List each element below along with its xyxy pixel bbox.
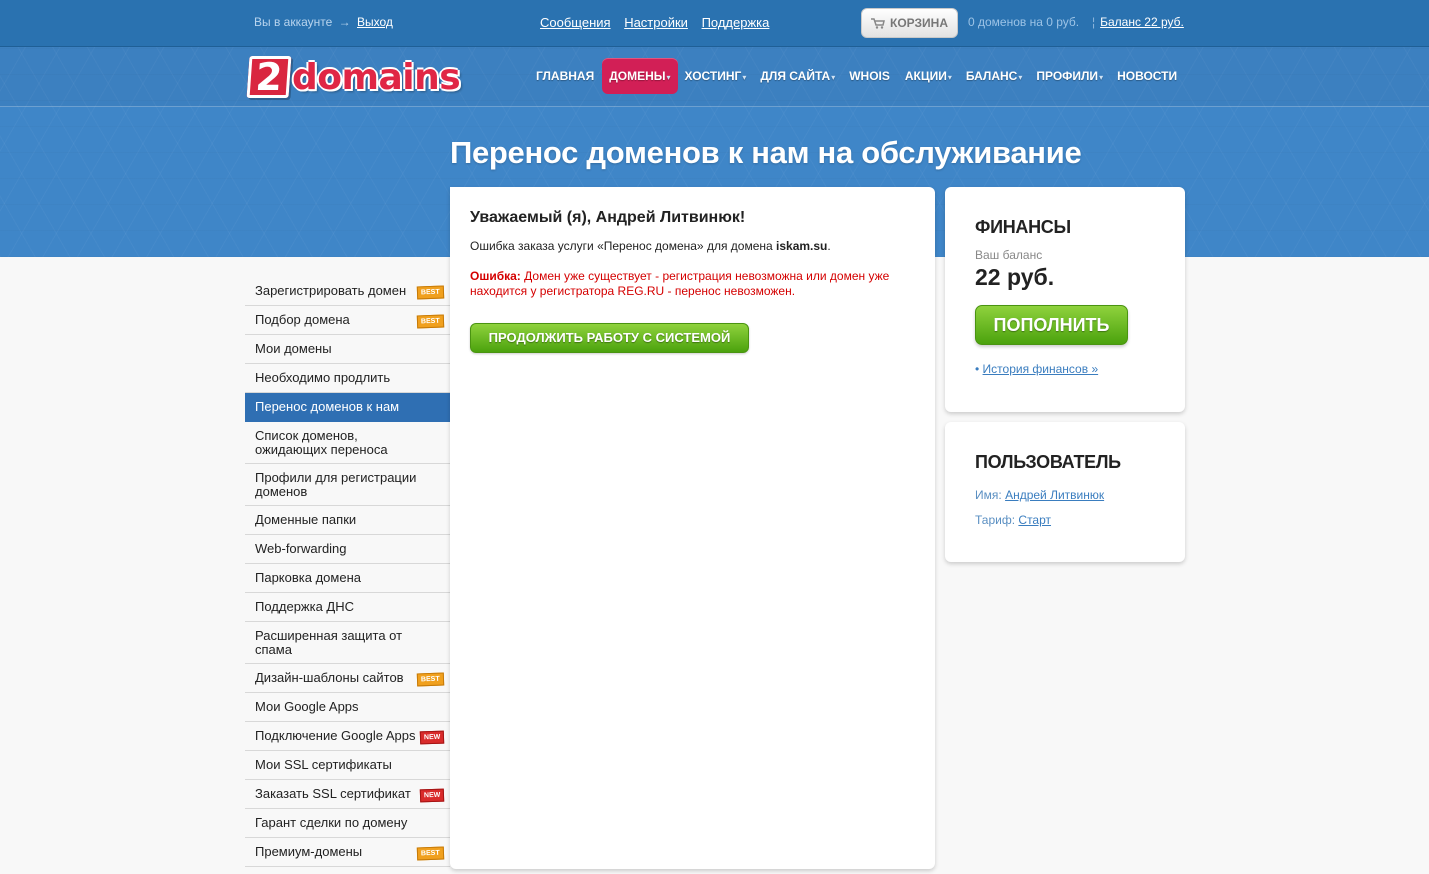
logo-word: domains [292, 56, 461, 98]
sidebar-item-register-domain[interactable]: Зарегистрировать домен BEST [245, 277, 450, 306]
sidebar-item-reg-profiles[interactable]: Профили для регистрации доменов [245, 464, 450, 506]
user-title: ПОЛЬЗОВАТЕЛЬ [975, 452, 1121, 472]
nav-item-whois[interactable]: WHOIS [842, 58, 898, 94]
user-name-row: Имя: Андрей Литвинюк [975, 488, 1105, 502]
main-content-card: Уважаемый (я), Андрей Литвинюк! Ошибка з… [450, 187, 935, 869]
sidebar-item-connect-google-apps[interactable]: Подключение Google Apps NEW [245, 722, 450, 751]
sidebar-item-escrow[interactable]: Гарант сделки по домену [245, 809, 450, 838]
nav-item-profiles[interactable]: ПРОФИЛИ▾ [1029, 58, 1110, 94]
arrow-icon: → [338, 15, 351, 29]
page-title: Перенос доменов к нам на обслуживание [450, 135, 1082, 170]
sidebar-item-parking[interactable]: Парковка домена [245, 564, 450, 593]
divider: ¦ [1092, 15, 1096, 29]
top-bar: Вы в аккаунте → Выход Сообщения Настройк… [0, 0, 1429, 47]
finance-history: • История финансов » [975, 362, 1098, 376]
nav-item-hosting[interactable]: ХОСТИНГ▾ [678, 58, 754, 94]
cart-button[interactable]: КОРЗИНА [861, 8, 958, 38]
error-label: Ошибка: [470, 269, 521, 283]
sidebar-item-domain-folders[interactable]: Доменные папки [245, 506, 450, 535]
balance-value: 22 руб. [975, 264, 1055, 290]
finance-title: ФИНАНСЫ [975, 217, 1071, 237]
chevron-down-icon: ▾ [831, 73, 836, 82]
continue-button[interactable]: ПРОДОЛЖИТЬ РАБОТУ С СИСТЕМОЙ [470, 323, 749, 353]
cart-icon [871, 17, 885, 29]
sidebar-item-transfer[interactable]: Перенос доменов к нам [245, 393, 467, 422]
logo-digit: 2 [246, 55, 292, 99]
nav-item-balance[interactable]: БАЛАНС▾ [959, 58, 1029, 94]
sidebar: Зарегистрировать домен BEST Подбор домена… [245, 277, 467, 867]
sidebar-item-web-forwarding[interactable]: Web-forwarding [245, 535, 450, 564]
chevron-down-icon: ▾ [742, 73, 747, 82]
topup-button[interactable]: ПОПОЛНИТЬ [975, 305, 1128, 345]
sidebar-item-my-ssl[interactable]: Мои SSL сертификаты [245, 751, 450, 780]
sidebar-item-domain-search[interactable]: Подбор домена BEST [245, 306, 450, 335]
cart-info: 0 доменов на 0 руб. [968, 15, 1080, 29]
greeting: Уважаемый (я), Андрей Литвинюк! [470, 209, 746, 226]
support-link[interactable]: Поддержка [702, 15, 770, 30]
tariff-link[interactable]: Старт [1018, 513, 1051, 527]
logo[interactable]: 2 domains [246, 55, 461, 99]
order-error-message: Ошибка заказа услуги «Перенос домена» дл… [470, 239, 831, 253]
user-name-link[interactable]: Андрей Литвинюк [1005, 488, 1104, 502]
settings-link[interactable]: Настройки [624, 15, 688, 30]
sidebar-item-need-renew[interactable]: Необходимо продлить [245, 364, 450, 393]
bullet-icon: • [975, 362, 980, 376]
sidebar-item-order-ssl[interactable]: Заказать SSL сертификат NEW [245, 780, 450, 809]
main-nav: ГЛАВНАЯ ДОМЕНЫ▾ ХОСТИНГ▾ ДЛЯ САЙТА▾ WHOI… [529, 57, 1185, 95]
tariff-row: Тариф: Старт [975, 513, 1052, 527]
nav-item-news[interactable]: НОВОСТИ [1110, 58, 1185, 94]
nav-item-promos[interactable]: АКЦИИ▾ [898, 58, 959, 94]
account-text: Вы в аккаунте [254, 15, 333, 29]
logout-link[interactable]: Выход [357, 15, 393, 29]
balance-label: Ваш баланс [975, 248, 1043, 262]
chevron-down-icon: ▾ [1099, 73, 1104, 82]
top-balance: ¦ Баланс 22 руб. [1092, 15, 1184, 29]
sidebar-item-design-templates[interactable]: Дизайн-шаблоны сайтов BEST [245, 664, 450, 693]
best-badge: BEST [417, 314, 445, 329]
best-badge: BEST [417, 285, 445, 300]
sidebar-item-dns[interactable]: Поддержка ДНС [245, 593, 450, 622]
sidebar-item-spam-protection[interactable]: Расширенная защита от спама [245, 622, 450, 664]
new-badge: NEW [419, 788, 445, 803]
chevron-down-icon: ▾ [1018, 73, 1023, 82]
account-status: Вы в аккаунте → Выход [254, 15, 393, 29]
chevron-down-icon: ▾ [947, 73, 952, 82]
user-card: ПОЛЬЗОВАТЕЛЬ Имя: Андрей Литвинюк Тариф:… [945, 422, 1185, 562]
nav-item-home[interactable]: ГЛАВНАЯ [529, 58, 602, 94]
messages-link[interactable]: Сообщения [540, 15, 611, 30]
nav-item-domains[interactable]: ДОМЕНЫ▾ [602, 58, 678, 94]
error-text: Ошибка: Домен уже существует - регистрац… [470, 269, 890, 298]
domain-name: iskam.su [776, 239, 828, 253]
sidebar-item-pending-transfer[interactable]: Список доменов, ожидающих переноса [245, 422, 450, 464]
top-links: Сообщения Настройки Поддержка [540, 15, 779, 30]
sidebar-item-my-domains[interactable]: Мои домены [245, 335, 450, 364]
nav-item-for-site[interactable]: ДЛЯ САЙТА▾ [753, 58, 842, 94]
new-badge: NEW [419, 730, 445, 745]
chevron-down-icon: ▾ [666, 73, 671, 82]
best-badge: BEST [417, 846, 445, 861]
sidebar-item-my-google-apps[interactable]: Мои Google Apps [245, 693, 450, 722]
finance-card: ФИНАНСЫ Ваш баланс 22 руб. ПОПОЛНИТЬ • И… [945, 187, 1185, 412]
finance-history-link[interactable]: История финансов » [983, 362, 1099, 376]
sidebar-item-premium-domains[interactable]: Премиум-домены BEST [245, 838, 450, 867]
best-badge: BEST [417, 672, 445, 687]
balance-link[interactable]: Баланс 22 руб. [1100, 15, 1184, 29]
cart-label: КОРЗИНА [890, 16, 948, 30]
